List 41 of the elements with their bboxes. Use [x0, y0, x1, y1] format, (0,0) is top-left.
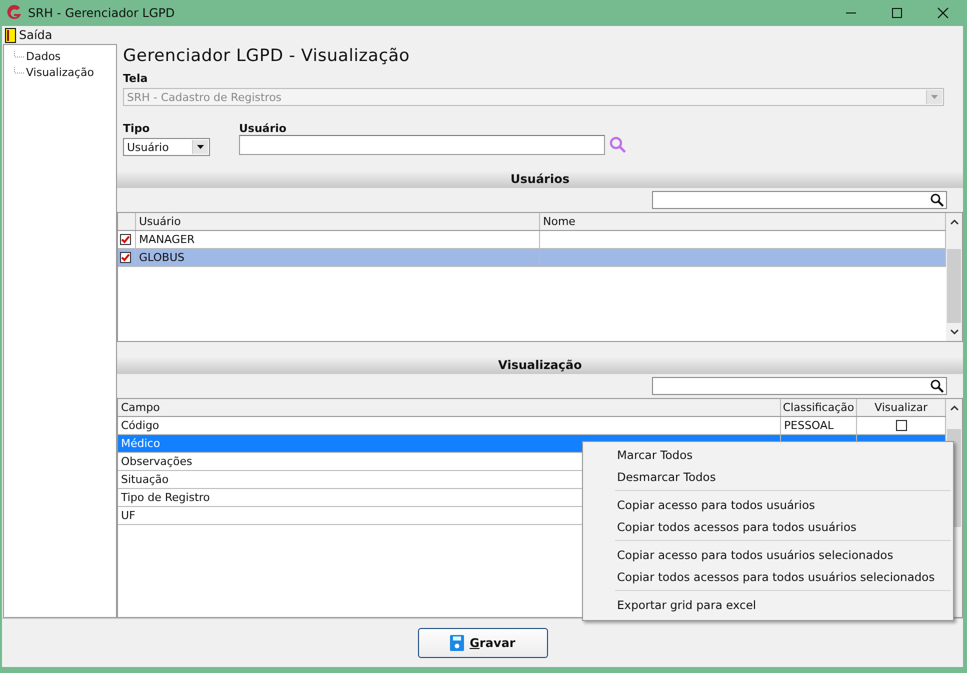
- menu-item[interactable]: Exportar grid para excel: [585, 594, 951, 616]
- section-title: Visualização: [498, 358, 582, 372]
- search-icon[interactable]: [930, 379, 944, 393]
- checkbox[interactable]: [120, 234, 131, 245]
- section-title: Usuários: [510, 172, 570, 186]
- search-icon[interactable]: [930, 193, 944, 207]
- dropdown-arrow-icon: [931, 95, 938, 99]
- column-header[interactable]: Classificação: [781, 399, 857, 416]
- column-header[interactable]: Campo: [118, 399, 781, 416]
- menu-item[interactable]: Saída: [19, 28, 52, 42]
- table-cell: MANAGER: [136, 231, 540, 248]
- user-input-field[interactable]: [239, 135, 605, 155]
- scroll-up-icon[interactable]: [950, 405, 958, 411]
- checkbox[interactable]: [120, 252, 131, 263]
- menu-item[interactable]: Copiar todos acessos para todos usuários selecionados: [585, 566, 951, 588]
- table-cell: Código: [118, 417, 781, 434]
- tree-item[interactable]: Dados: [26, 50, 61, 62]
- table-cell: PESSOAL: [784, 419, 834, 432]
- save-button[interactable]: Gravar: [418, 628, 548, 658]
- window-title: SRH - Gerenciador LGPD: [28, 6, 175, 20]
- menu-item[interactable]: Copiar acesso para todos usuários selecionados: [585, 544, 951, 566]
- tree-item[interactable]: Visualização: [26, 66, 94, 78]
- dropdown-arrow-icon: [197, 145, 204, 149]
- scroll-up-icon[interactable]: [950, 219, 958, 225]
- field-label: Usuário: [239, 122, 288, 137]
- field-label: Tipo: [123, 122, 151, 137]
- checkbox[interactable]: [896, 420, 906, 431]
- scrollbar[interactable]: [946, 213, 962, 341]
- type-dropdown[interactable]: Usuário: [123, 138, 210, 156]
- table-cell: GLOBUS: [136, 249, 540, 266]
- close-icon[interactable]: [937, 7, 949, 19]
- field-label: Tela: [123, 72, 149, 87]
- user-row[interactable]: GLOBUS: [118, 249, 946, 267]
- logo-icon: [6, 5, 22, 21]
- door-icon: [5, 28, 16, 42]
- filter-field[interactable]: [652, 377, 947, 395]
- scroll-down-icon[interactable]: [950, 329, 958, 335]
- filter-field[interactable]: [652, 191, 947, 209]
- maximize-icon[interactable]: [891, 7, 903, 19]
- column-header[interactable]: Usuário: [136, 213, 540, 230]
- page-heading: Gerenciador LGPD - Visualização: [123, 46, 411, 68]
